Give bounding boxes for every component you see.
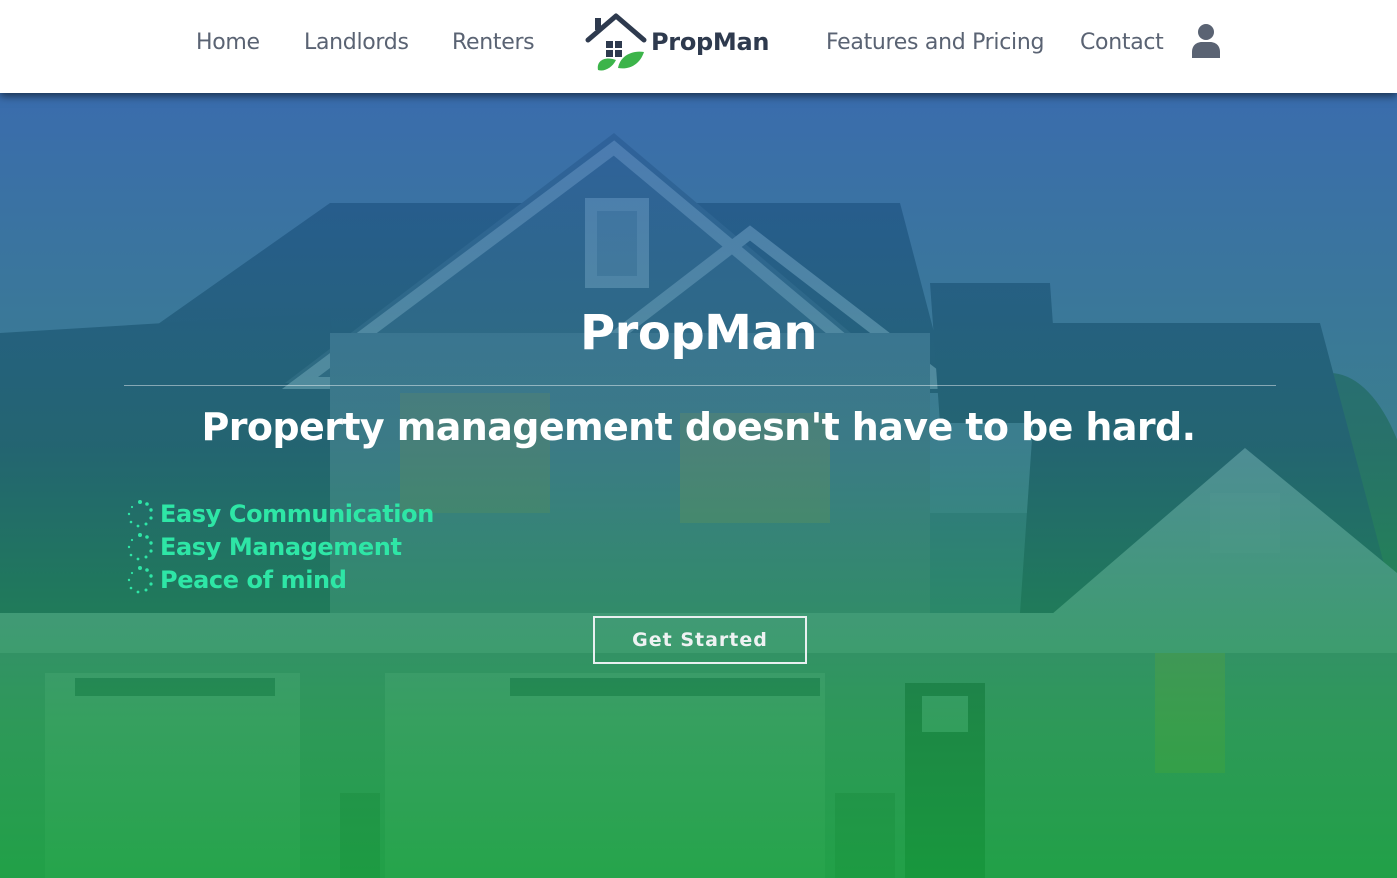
- house-with-leaves-icon: [585, 13, 647, 71]
- dotted-spinner-icon: [127, 532, 153, 560]
- hero-subtitle: Property management doesn't have to be h…: [201, 405, 1197, 449]
- feature-list: Easy Communication Easy Management Peace…: [124, 497, 434, 596]
- hero-divider: [124, 385, 1276, 386]
- hero-title: PropMan: [579, 305, 818, 361]
- nav-link-home[interactable]: Home: [196, 30, 260, 55]
- dotted-spinner-icon: [127, 499, 153, 527]
- nav-link-contact[interactable]: Contact: [1080, 30, 1164, 55]
- nav-link-renters[interactable]: Renters: [452, 30, 535, 55]
- brand-name: PropMan: [651, 28, 770, 56]
- hero-section: PropMan Property management doesn't have…: [0, 93, 1397, 878]
- feature-label: Easy Management: [160, 532, 402, 561]
- nav-link-features-pricing[interactable]: Features and Pricing: [826, 30, 1044, 55]
- feature-label: Easy Communication: [160, 499, 434, 528]
- user-account-icon[interactable]: [1190, 22, 1222, 58]
- dotted-spinner-icon: [127, 565, 153, 593]
- feature-label: Peace of mind: [160, 565, 347, 594]
- feature-item: Peace of mind: [124, 563, 434, 596]
- gradient-overlay: [0, 93, 1397, 878]
- feature-item: Easy Communication: [124, 497, 434, 530]
- brand-logo[interactable]: PropMan: [584, 12, 774, 76]
- top-navbar: Home Landlords Renters PropMan Features …: [0, 0, 1397, 93]
- get-started-button[interactable]: Get Started: [593, 616, 807, 664]
- feature-item: Easy Management: [124, 530, 434, 563]
- nav-link-landlords[interactable]: Landlords: [304, 30, 409, 55]
